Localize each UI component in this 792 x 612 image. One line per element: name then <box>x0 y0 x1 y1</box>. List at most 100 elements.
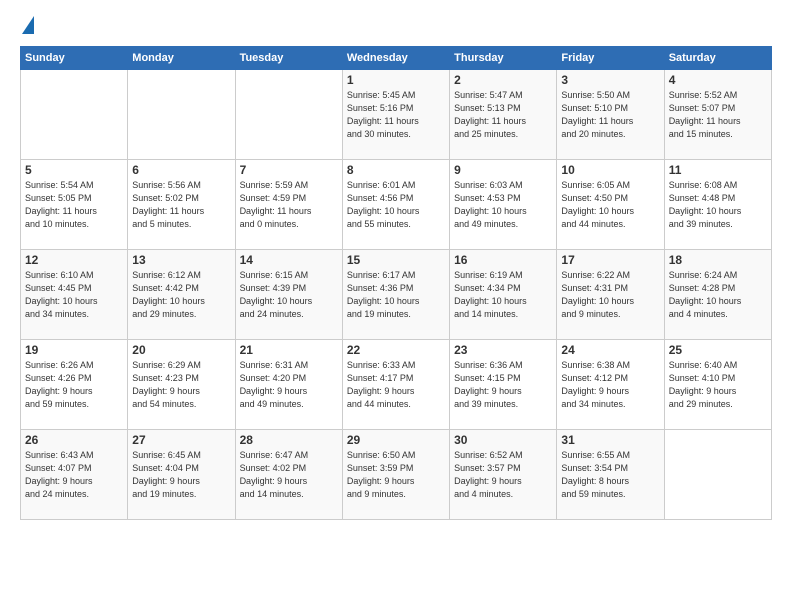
weekday-header: Sunday <box>21 47 128 70</box>
day-number: 3 <box>561 73 659 87</box>
calendar-cell: 13 Sunrise: 6:12 AM Sunset: 4:42 PM Dayli… <box>128 250 235 340</box>
calendar-cell <box>235 70 342 160</box>
day-info: Sunrise: 6:12 AM Sunset: 4:42 PM Dayligh… <box>132 269 230 321</box>
calendar-cell: 18Sunrise: 6:24 AM Sunset: 4:28 PM Dayli… <box>664 250 771 340</box>
calendar-cell: 14 Sunrise: 6:15 AM Sunset: 4:39 PM Dayli… <box>235 250 342 340</box>
calendar-cell: 24 Sunrise: 6:38 AM Sunset: 4:12 PM Dayli… <box>557 340 664 430</box>
calendar-cell: 31Sunrise: 6:55 AM Sunset: 3:54 PM Dayli… <box>557 430 664 520</box>
day-info: Sunrise: 6:29 AM Sunset: 4:23 PM Dayligh… <box>132 359 230 411</box>
day-info: Sunrise: 6:47 AM Sunset: 4:02 PM Dayligh… <box>240 449 338 501</box>
weekday-header: Tuesday <box>235 47 342 70</box>
day-info: Sunrise: 5:47 AM Sunset: 5:13 PM Dayligh… <box>454 89 552 141</box>
calendar-cell: 23 Sunrise: 6:36 AM Sunset: 4:15 PM Dayli… <box>450 340 557 430</box>
calendar-week-row: 19 Sunrise: 6:26 AM Sunset: 4:26 PM Dayli… <box>21 340 772 430</box>
calendar-cell <box>21 70 128 160</box>
day-info: Sunrise: 6:50 AM Sunset: 3:59 PM Dayligh… <box>347 449 445 501</box>
day-info: Sunrise: 6:19 AM Sunset: 4:34 PM Dayligh… <box>454 269 552 321</box>
day-info: Sunrise: 6:45 AM Sunset: 4:04 PM Dayligh… <box>132 449 230 501</box>
calendar-table: SundayMondayTuesdayWednesdayThursdayFrid… <box>20 46 772 520</box>
day-number: 2 <box>454 73 552 87</box>
calendar-cell: 12 Sunrise: 6:10 AM Sunset: 4:45 PM Dayli… <box>21 250 128 340</box>
day-number: 21 <box>240 343 338 357</box>
day-number: 16 <box>454 253 552 267</box>
calendar-cell: 10Sunrise: 6:05 AM Sunset: 4:50 PM Dayli… <box>557 160 664 250</box>
day-info: Sunrise: 5:52 AM Sunset: 5:07 PM Dayligh… <box>669 89 767 141</box>
day-number: 9 <box>454 163 552 177</box>
day-info: Sunrise: 6:05 AM Sunset: 4:50 PM Dayligh… <box>561 179 659 231</box>
day-number: 15 <box>347 253 445 267</box>
calendar-cell: 21 Sunrise: 6:31 AM Sunset: 4:20 PM Dayli… <box>235 340 342 430</box>
calendar-cell <box>664 430 771 520</box>
weekday-header: Thursday <box>450 47 557 70</box>
calendar-cell: 5 Sunrise: 5:54 AM Sunset: 5:05 PM Daylig… <box>21 160 128 250</box>
calendar-cell: 9 Sunrise: 6:03 AM Sunset: 4:53 PM Daylig… <box>450 160 557 250</box>
calendar-cell: 8Sunrise: 6:01 AM Sunset: 4:56 PM Daylig… <box>342 160 449 250</box>
day-number: 27 <box>132 433 230 447</box>
weekday-header: Saturday <box>664 47 771 70</box>
day-info: Sunrise: 6:15 AM Sunset: 4:39 PM Dayligh… <box>240 269 338 321</box>
calendar-week-row: 12 Sunrise: 6:10 AM Sunset: 4:45 PM Dayli… <box>21 250 772 340</box>
calendar-cell: 11 Sunrise: 6:08 AM Sunset: 4:48 PM Dayli… <box>664 160 771 250</box>
day-number: 6 <box>132 163 230 177</box>
calendar-cell: 20Sunrise: 6:29 AM Sunset: 4:23 PM Dayli… <box>128 340 235 430</box>
day-number: 30 <box>454 433 552 447</box>
calendar-cell: 19 Sunrise: 6:26 AM Sunset: 4:26 PM Dayli… <box>21 340 128 430</box>
calendar-cell: 1 Sunrise: 5:45 AM Sunset: 5:16 PM Daylig… <box>342 70 449 160</box>
day-number: 19 <box>25 343 123 357</box>
weekday-header: Monday <box>128 47 235 70</box>
header <box>20 16 772 36</box>
calendar-cell: 4Sunrise: 5:52 AM Sunset: 5:07 PM Daylig… <box>664 70 771 160</box>
day-info: Sunrise: 6:40 AM Sunset: 4:10 PM Dayligh… <box>669 359 767 411</box>
day-number: 14 <box>240 253 338 267</box>
day-number: 26 <box>25 433 123 447</box>
day-number: 22 <box>347 343 445 357</box>
calendar-cell: 28 Sunrise: 6:47 AM Sunset: 4:02 PM Dayli… <box>235 430 342 520</box>
day-number: 13 <box>132 253 230 267</box>
day-number: 7 <box>240 163 338 177</box>
day-info: Sunrise: 6:01 AM Sunset: 4:56 PM Dayligh… <box>347 179 445 231</box>
day-info: Sunrise: 6:33 AM Sunset: 4:17 PM Dayligh… <box>347 359 445 411</box>
calendar-cell <box>128 70 235 160</box>
day-info: Sunrise: 5:54 AM Sunset: 5:05 PM Dayligh… <box>25 179 123 231</box>
day-number: 11 <box>669 163 767 177</box>
logo-triangle-icon <box>22 16 34 34</box>
day-info: Sunrise: 5:59 AM Sunset: 4:59 PM Dayligh… <box>240 179 338 231</box>
calendar-cell: 7 Sunrise: 5:59 AM Sunset: 4:59 PM Daylig… <box>235 160 342 250</box>
day-info: Sunrise: 6:08 AM Sunset: 4:48 PM Dayligh… <box>669 179 767 231</box>
day-info: Sunrise: 6:26 AM Sunset: 4:26 PM Dayligh… <box>25 359 123 411</box>
calendar-week-row: 26Sunrise: 6:43 AM Sunset: 4:07 PM Dayli… <box>21 430 772 520</box>
day-info: Sunrise: 6:31 AM Sunset: 4:20 PM Dayligh… <box>240 359 338 411</box>
day-number: 17 <box>561 253 659 267</box>
day-info: Sunrise: 6:17 AM Sunset: 4:36 PM Dayligh… <box>347 269 445 321</box>
weekday-header: Friday <box>557 47 664 70</box>
day-number: 1 <box>347 73 445 87</box>
calendar-header: SundayMondayTuesdayWednesdayThursdayFrid… <box>21 47 772 70</box>
calendar-cell: 22 Sunrise: 6:33 AM Sunset: 4:17 PM Dayli… <box>342 340 449 430</box>
calendar-cell: 25Sunrise: 6:40 AM Sunset: 4:10 PM Dayli… <box>664 340 771 430</box>
day-info: Sunrise: 6:52 AM Sunset: 3:57 PM Dayligh… <box>454 449 552 501</box>
day-info: Sunrise: 6:03 AM Sunset: 4:53 PM Dayligh… <box>454 179 552 231</box>
day-info: Sunrise: 5:56 AM Sunset: 5:02 PM Dayligh… <box>132 179 230 231</box>
calendar-cell: 17Sunrise: 6:22 AM Sunset: 4:31 PM Dayli… <box>557 250 664 340</box>
calendar-cell: 16 Sunrise: 6:19 AM Sunset: 4:34 PM Dayli… <box>450 250 557 340</box>
day-number: 23 <box>454 343 552 357</box>
day-number: 28 <box>240 433 338 447</box>
day-number: 12 <box>25 253 123 267</box>
day-number: 29 <box>347 433 445 447</box>
day-info: Sunrise: 6:36 AM Sunset: 4:15 PM Dayligh… <box>454 359 552 411</box>
day-info: Sunrise: 5:45 AM Sunset: 5:16 PM Dayligh… <box>347 89 445 141</box>
calendar-week-row: 1 Sunrise: 5:45 AM Sunset: 5:16 PM Daylig… <box>21 70 772 160</box>
weekday-header: Wednesday <box>342 47 449 70</box>
day-info: Sunrise: 6:38 AM Sunset: 4:12 PM Dayligh… <box>561 359 659 411</box>
day-number: 18 <box>669 253 767 267</box>
logo <box>20 16 34 36</box>
calendar-cell: 26Sunrise: 6:43 AM Sunset: 4:07 PM Dayli… <box>21 430 128 520</box>
day-number: 5 <box>25 163 123 177</box>
calendar-cell: 6 Sunrise: 5:56 AM Sunset: 5:02 PM Daylig… <box>128 160 235 250</box>
calendar-cell: 27 Sunrise: 6:45 AM Sunset: 4:04 PM Dayli… <box>128 430 235 520</box>
day-info: Sunrise: 6:10 AM Sunset: 4:45 PM Dayligh… <box>25 269 123 321</box>
day-info: Sunrise: 5:50 AM Sunset: 5:10 PM Dayligh… <box>561 89 659 141</box>
calendar-week-row: 5 Sunrise: 5:54 AM Sunset: 5:05 PM Daylig… <box>21 160 772 250</box>
day-number: 24 <box>561 343 659 357</box>
day-info: Sunrise: 6:55 AM Sunset: 3:54 PM Dayligh… <box>561 449 659 501</box>
